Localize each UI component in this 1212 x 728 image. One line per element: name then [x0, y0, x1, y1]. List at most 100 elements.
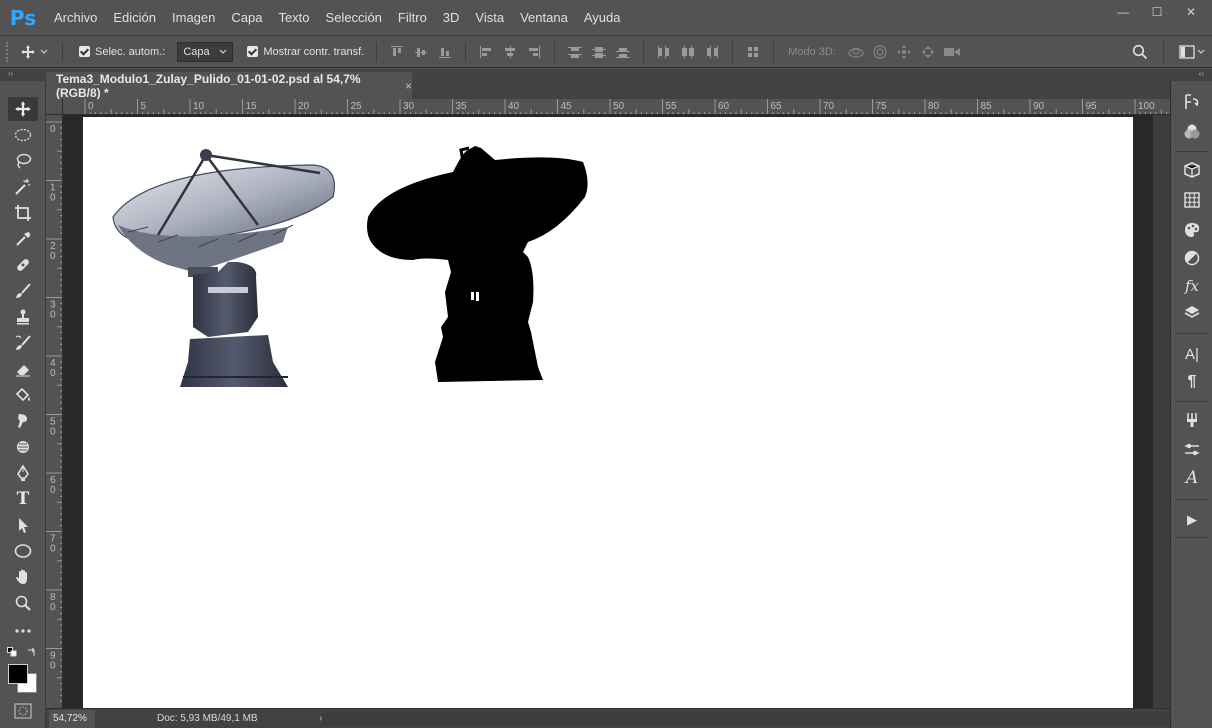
brush-presets-icon[interactable] [1179, 409, 1205, 431]
search-icon[interactable] [1125, 42, 1155, 62]
tool-preset-picker[interactable] [14, 44, 54, 60]
minimize-button[interactable]: — [1106, 0, 1140, 24]
smudge-tool[interactable] [8, 409, 38, 433]
mode-3d-label: Modo 3D: [788, 45, 836, 58]
camera-3d-icon[interactable] [940, 42, 964, 62]
maximize-button[interactable]: ☐ [1140, 0, 1174, 24]
pen-tool[interactable] [8, 461, 38, 485]
glyphs-icon[interactable]: A [1179, 467, 1205, 489]
paint-bucket-tool[interactable] [8, 383, 38, 407]
menu-texto[interactable]: Texto [270, 0, 317, 36]
properties-icon[interactable] [1179, 439, 1205, 461]
grid-icon[interactable] [1179, 189, 1205, 211]
vertical-scrollbar[interactable] [1153, 115, 1170, 708]
swap-colors-icon[interactable] [27, 647, 37, 657]
align-vcenter-icon[interactable] [409, 42, 433, 62]
default-colors-icon[interactable] [7, 647, 17, 657]
document-info[interactable]: Doc: 5,93 MB/49,1 MB [157, 713, 317, 724]
foreground-color-swatch[interactable] [8, 664, 28, 684]
magic-wand-tool[interactable] [8, 175, 38, 199]
radio-telescope-silhouette[interactable] [363, 142, 593, 382]
workspace-switcher-icon[interactable] [1172, 42, 1212, 62]
actions-icon[interactable]: ▶ [1179, 509, 1205, 531]
document-tab[interactable]: Tema3_Modulo1_Zulay_Pulido_01-01-02.psd … [46, 72, 412, 100]
hand-tool[interactable] [8, 565, 38, 589]
distribute-vcenter-icon[interactable] [587, 42, 611, 62]
close-tab-icon[interactable]: × [405, 79, 412, 93]
crop-tool[interactable] [8, 201, 38, 225]
auto-select-dropdown[interactable]: Capa [177, 41, 234, 62]
paragraph-icon[interactable]: ¶ [1179, 371, 1205, 393]
eyedropper-icon [14, 230, 32, 248]
ruler-label: 70 [823, 101, 835, 112]
window-controls: — ☐ ✕ [1106, 0, 1208, 24]
left-panel-collapse[interactable]: ›› [0, 69, 46, 81]
auto-align-icon[interactable] [741, 42, 765, 62]
options-grip[interactable] [6, 41, 14, 62]
zoom-level-field[interactable]: 54,72% [49, 709, 95, 728]
menu-capa[interactable]: Capa [223, 0, 270, 36]
align-left-icon[interactable] [474, 42, 498, 62]
menu-3d[interactable]: 3D [435, 0, 468, 36]
clone-stamp-tool[interactable] [8, 305, 38, 329]
adjustments-icon[interactable] [1179, 247, 1205, 269]
show-transform-checkbox[interactable]: Mostrar contr. transf. [247, 46, 364, 58]
color-icon[interactable] [1179, 121, 1205, 143]
vertical-ruler[interactable]: 0102030405060708090 [46, 115, 63, 708]
distribute-hcenter-icon[interactable] [676, 42, 700, 62]
dodge-tool[interactable] [8, 435, 38, 459]
styles-icon[interactable]: fx [1179, 275, 1205, 297]
pan-3d-icon[interactable] [892, 42, 916, 62]
brush-tool[interactable] [8, 279, 38, 303]
right-panel-collapse[interactable]: ‹‹ [1170, 69, 1212, 81]
history-brush-tool[interactable] [8, 331, 38, 355]
swatches-icon[interactable] [1179, 219, 1205, 241]
orbit-3d-icon[interactable] [844, 42, 868, 62]
auto-select-checkbox[interactable]: Selec. autom.: [79, 46, 165, 58]
canvas-workspace[interactable] [63, 115, 1153, 708]
menu-ayuda[interactable]: Ayuda [576, 0, 629, 36]
distribute-bottom-icon[interactable] [611, 42, 635, 62]
align-bottom-icon[interactable] [433, 42, 457, 62]
horizontal-scrollbar[interactable] [322, 712, 1170, 726]
align-hcenter-icon[interactable] [498, 42, 522, 62]
history-icon[interactable] [1179, 91, 1205, 113]
slide-3d-icon[interactable] [916, 42, 940, 62]
ellipse-shape-tool[interactable] [8, 539, 38, 563]
horizontal-ruler[interactable]: 0 5 10 15 20 25 30 35 40 45 50 55 60 65 70 75 80 85 90 95 10… [63, 99, 1170, 115]
elliptical-marquee-tool[interactable] [8, 123, 38, 147]
distribute-left-icon[interactable] [652, 42, 676, 62]
quick-mask-icon[interactable] [14, 703, 32, 719]
healing-brush-tool[interactable] [8, 253, 38, 277]
show-transform-label: Mostrar contr. transf. [263, 45, 365, 58]
align-top-icon[interactable] [385, 42, 409, 62]
menu-seleccion[interactable]: Selección [318, 0, 390, 36]
radio-telescope-photo[interactable] [108, 147, 338, 392]
menu-imagen[interactable]: Imagen [164, 0, 223, 36]
align-right-icon[interactable] [522, 42, 546, 62]
character-icon[interactable]: A| [1179, 343, 1205, 365]
separator [1163, 42, 1164, 62]
menu-vista[interactable]: Vista [467, 0, 512, 36]
lasso-tool[interactable] [8, 149, 38, 173]
roll-3d-icon[interactable] [868, 42, 892, 62]
document-canvas[interactable] [83, 117, 1133, 708]
type-tool[interactable]: T [8, 487, 38, 511]
close-window-button[interactable]: ✕ [1174, 0, 1208, 24]
distribute-top-icon[interactable] [563, 42, 587, 62]
zoom-tool[interactable] [8, 591, 38, 615]
menu-edicion[interactable]: Edición [105, 0, 164, 36]
menu-filtro[interactable]: Filtro [390, 0, 435, 36]
path-selection-tool[interactable] [8, 513, 38, 537]
menu-archivo[interactable]: Archivo [46, 0, 105, 36]
more-tools-button[interactable] [8, 619, 38, 643]
type-icon: T [16, 489, 30, 509]
distribute-right-icon[interactable] [700, 42, 724, 62]
layers-icon[interactable] [1179, 301, 1205, 323]
move-tool[interactable] [8, 97, 38, 121]
eraser-tool[interactable] [8, 357, 38, 381]
3d-icon[interactable] [1179, 159, 1205, 181]
menu-ventana[interactable]: Ventana [512, 0, 576, 36]
eyedropper-tool[interactable] [8, 227, 38, 251]
ruler-origin[interactable] [46, 99, 63, 115]
